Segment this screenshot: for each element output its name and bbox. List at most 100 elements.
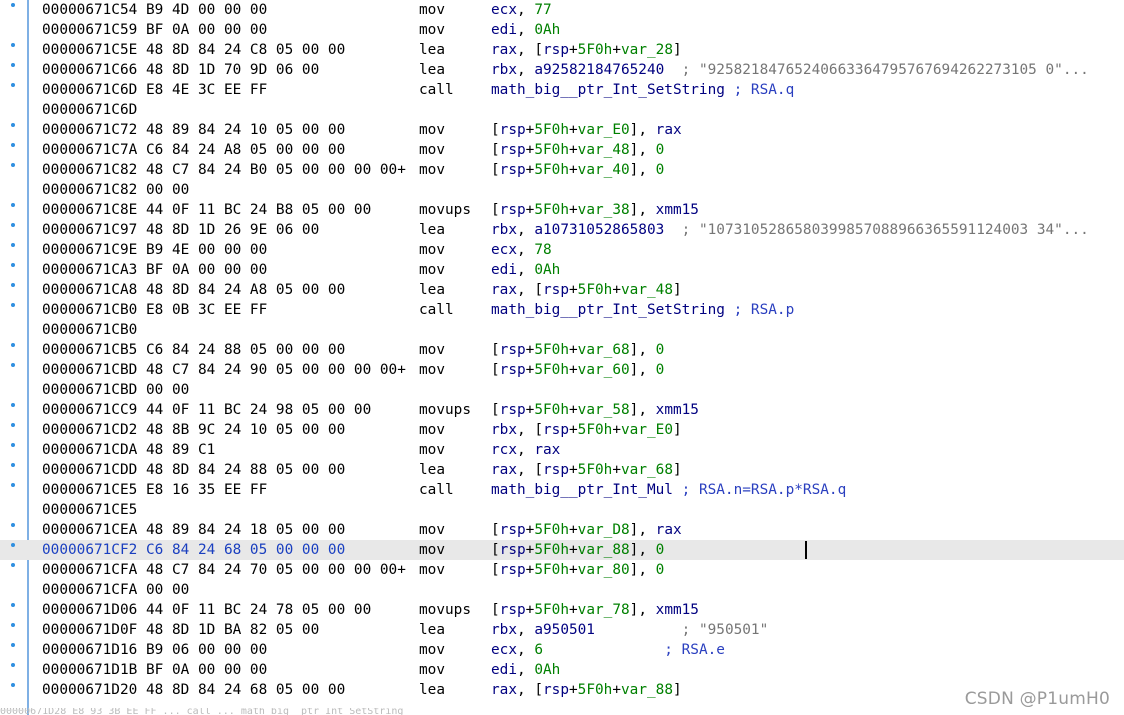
address-bytes: 00000671CB5 C6 84 24 88 05 00 00 00 xyxy=(42,342,346,358)
listing-row[interactable]: 00000671CFA 48 C7 84 24 70 05 00 00 00 0… xyxy=(0,560,1124,580)
address-bytes: 00000671CBD 48 C7 84 24 90 05 00 00 00 0… xyxy=(42,362,406,378)
operand-token: , xyxy=(517,262,535,278)
mnemonic: mov xyxy=(419,122,445,138)
listing-row[interactable]: 00000671C54 B9 4D 00 00 00 mov ecx, 77 xyxy=(0,0,1124,20)
comment: ; RSA.q xyxy=(724,82,795,98)
listing-row[interactable]: 00000671CB0 E8 0B 3C EE FF call math_big__… xyxy=(0,300,1124,320)
listing-row[interactable]: 00000671C82 48 C7 84 24 B0 05 00 00 00 0… xyxy=(0,160,1124,180)
listing-row[interactable]: 00000671CB5 C6 84 24 88 05 00 00 00 mov [r… xyxy=(0,340,1124,360)
operand-token: 5F0h xyxy=(577,282,613,298)
listing-row[interactable]: 00000671CE5 xyxy=(0,500,1124,520)
listing-row[interactable]: 00000671CFA 00 00 xyxy=(0,580,1124,600)
address-bytes: 00000671C82 48 C7 84 24 B0 05 00 00 00 0… xyxy=(42,162,406,178)
address-bytes: 00000671CB0 xyxy=(42,322,138,338)
operand-token: rsp xyxy=(499,342,526,358)
operand-token[interactable]: a950501 xyxy=(534,622,595,638)
listing-row[interactable]: 00000671D06 44 0F 11 BC 24 78 05 00 00 mo… xyxy=(0,600,1124,620)
address-bytes: 00000671C9E B9 4E 00 00 00 xyxy=(42,242,268,258)
operands: [rsp+5F0h+var_78], xmm15 xyxy=(491,600,699,620)
listing-row[interactable]: 00000671C9E B9 4E 00 00 00 mov ecx, 78 xyxy=(0,240,1124,260)
gutter-dot-icon xyxy=(11,223,15,227)
listing-row[interactable]: 00000671CB0 xyxy=(0,320,1124,340)
operand-token: [ xyxy=(491,402,500,418)
operand-token: + xyxy=(569,122,578,138)
listing-row[interactable]: 00000671CBD 00 00 xyxy=(0,380,1124,400)
operand-token: var_80 xyxy=(577,562,630,578)
operands: rbx, a10731052865803 ; "1073105286580399… xyxy=(491,220,1089,240)
operand-token: , xyxy=(517,642,535,658)
listing-row[interactable]: 00000671CDD 48 8D 84 24 88 05 00 00 lea ra… xyxy=(0,460,1124,480)
listing-row[interactable]: 00000671CA8 48 8D 84 24 A8 05 00 00 lea ra… xyxy=(0,280,1124,300)
listing-row[interactable]: 00000671C72 48 89 84 24 10 05 00 00 mov [r… xyxy=(0,120,1124,140)
mnemonic: mov xyxy=(419,22,445,38)
listing-row[interactable]: 00000671CEA 48 89 84 24 18 05 00 00 mov [r… xyxy=(0,520,1124,540)
operand-token: var_28 xyxy=(621,42,673,58)
operand-token: rsp xyxy=(499,562,526,578)
operand-token: [ xyxy=(491,542,500,558)
operand-token: 0 xyxy=(655,542,665,558)
listing-row[interactable]: 00000671C8E 44 0F 11 BC 24 B8 05 00 00 mo… xyxy=(0,200,1124,220)
gutter-dot-icon xyxy=(11,83,15,87)
operand-token: rbx xyxy=(491,222,517,238)
operand-token: var_78 xyxy=(577,602,630,618)
listing-row[interactable]: 00000671D20 48 8D 84 24 68 05 00 00 lea ra… xyxy=(0,680,1124,700)
listing-row[interactable]: 00000671CA3 BF 0A 00 00 00 mov edi, 0Ah xyxy=(0,260,1124,280)
operand-token: ], xyxy=(629,162,656,178)
address-bytes: 00000671CE5 xyxy=(42,502,138,518)
listing-row[interactable]: 00000671C6D xyxy=(0,100,1124,120)
listing-row[interactable]: 00000671D0F 48 8D 1D BA 82 05 00 lea rbx, … xyxy=(0,620,1124,640)
operand-token: 0 xyxy=(655,362,665,378)
listing-row[interactable]: 00000671CE5 E8 16 35 EE FF call math_big__… xyxy=(0,480,1124,500)
listing-row[interactable]: 00000671C7A C6 84 24 A8 05 00 00 00 mov [r… xyxy=(0,140,1124,160)
operand-token: rsp xyxy=(543,422,569,438)
listing-row[interactable]: 00000671CC9 44 0F 11 BC 24 98 05 00 00 mo… xyxy=(0,400,1124,420)
listing-row[interactable]: 00000671CDA 48 89 C1 mov rcx, rax xyxy=(0,440,1124,460)
operand-token: + xyxy=(569,362,578,378)
operand-token[interactable]: math_big__ptr_Int_Mul xyxy=(491,482,673,498)
address-bytes: 00000671D06 44 0F 11 BC 24 78 05 00 00 xyxy=(42,602,372,618)
operand-token: rsp xyxy=(499,602,526,618)
operand-token: , [ xyxy=(517,462,543,478)
listing-row[interactable]: 00000671CF2 C6 84 24 68 05 00 00 00 mov [r… xyxy=(0,540,1124,560)
gutter-dot-icon xyxy=(11,643,15,647)
operands: math_big__ptr_Int_Mul ; RSA.n=RSA.p*RSA.… xyxy=(491,480,846,500)
listing-row[interactable]: 00000671CBD 48 C7 84 24 90 05 00 00 00 0… xyxy=(0,360,1124,380)
operand-token: ecx xyxy=(491,242,517,258)
comment: ; RSA.e xyxy=(543,642,725,658)
mnemonic: mov xyxy=(419,642,445,658)
listing-row[interactable]: 00000671C5E 48 8D 84 24 C8 05 00 00 lea ra… xyxy=(0,40,1124,60)
listing-row[interactable]: 00000671D16 B9 06 00 00 00 mov ecx, 6 ; RS… xyxy=(0,640,1124,660)
operand-token: var_58 xyxy=(577,402,630,418)
operand-token: rsp xyxy=(543,682,569,698)
operands: rax, [rsp+5F0h+var_48] xyxy=(491,280,682,300)
listing-row[interactable]: 00000671C66 48 8D 1D 70 9D 06 00 lea rbx, … xyxy=(0,60,1124,80)
operand-token: + xyxy=(612,682,621,698)
operand-token[interactable]: math_big__ptr_Int_SetString xyxy=(491,82,725,98)
address-bytes: 00000671C6D E8 4E 3C EE FF xyxy=(42,82,268,98)
operand-token: rax xyxy=(491,282,517,298)
listing-row[interactable]: 00000671D1B BF 0A 00 00 00 mov edi, 0Ah xyxy=(0,660,1124,680)
disassembly-listing[interactable]: 00000671C54 B9 4D 00 00 00 mov ecx, 77 0000… xyxy=(0,0,1124,715)
operand-token: ], xyxy=(629,602,656,618)
listing-row[interactable]: 00000671CD2 48 8B 9C 24 10 05 00 00 mov rb… xyxy=(0,420,1124,440)
operand-token: var_D8 xyxy=(577,522,630,538)
operand-token: ecx xyxy=(491,2,517,18)
operand-token: ], xyxy=(629,142,656,158)
operand-token[interactable]: a10731052865803 xyxy=(534,222,664,238)
operands: [rsp+5F0h+var_48], 0 xyxy=(491,140,664,160)
operand-token: rax xyxy=(655,122,682,138)
operand-token: var_60 xyxy=(577,362,630,378)
address-bytes: 00000671C54 B9 4D 00 00 00 xyxy=(42,2,268,18)
address-bytes: 00000671D16 B9 06 00 00 00 xyxy=(42,642,268,658)
operand-token[interactable]: a92582184765240 xyxy=(534,62,664,78)
operand-token: ] xyxy=(672,42,682,58)
operand-token[interactable]: math_big__ptr_Int_SetString xyxy=(491,302,725,318)
listing-row[interactable]: 00000671C97 48 8D 1D 26 9E 06 00 lea rbx, … xyxy=(0,220,1124,240)
comment: ; "9258218476524066336479576769426227310… xyxy=(664,62,1089,78)
listing-row[interactable]: 00000671C59 BF 0A 00 00 00 mov edi, 0Ah xyxy=(0,20,1124,40)
listing-row[interactable]: 00000671C6D E8 4E 3C EE FF call math_big__… xyxy=(0,80,1124,100)
mnemonic: lea xyxy=(419,62,445,78)
listing-row[interactable]: 00000671C82 00 00 xyxy=(0,180,1124,200)
operand-token: rax xyxy=(491,42,517,58)
operand-token: edi xyxy=(491,262,517,278)
